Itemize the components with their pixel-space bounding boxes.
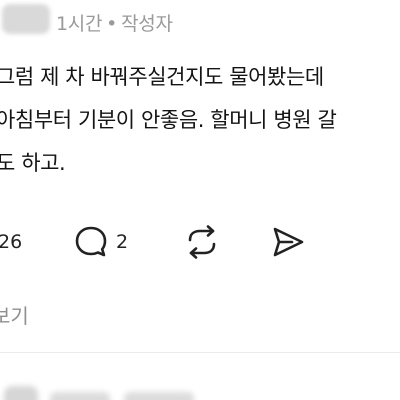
blurred-username xyxy=(50,392,110,400)
comment-line-3: 도 하고. xyxy=(0,151,66,175)
send-icon xyxy=(273,227,304,257)
comment-header: 1시간 • 작성자 xyxy=(0,0,400,42)
repost-button[interactable] xyxy=(182,222,222,262)
comment-divider xyxy=(0,352,400,353)
next-comment-header xyxy=(0,376,400,400)
author-badge: 작성자 xyxy=(121,13,173,35)
comment-line-2: 아침부터 기분이 안좋음. 할머니 병원 갈 xyxy=(0,108,337,132)
comment-button[interactable]: 2 xyxy=(72,222,128,262)
blurred-username xyxy=(2,4,50,34)
comment-time: 1시간 xyxy=(56,13,103,35)
blurred-meta xyxy=(124,392,194,400)
blurred-avatar xyxy=(4,386,38,400)
comment-line-1: 그럼 제 차 바꿔주실건지도 물어봤는데 xyxy=(0,65,324,89)
speech-bubble-icon xyxy=(75,226,107,257)
comment-count: 2 xyxy=(116,231,129,253)
thread-comment-view: 1시간 • 작성자 그럼 제 차 바꿔주실건지도 물어봤는데 아침부터 기분이 안좋… xyxy=(0,0,400,400)
share-button[interactable] xyxy=(268,222,308,262)
action-bar: 26 2 xyxy=(0,222,400,262)
meta-separator: • xyxy=(106,13,118,35)
repost-icon xyxy=(188,225,216,259)
comment-meta: 1시간 • 작성자 xyxy=(56,9,173,36)
like-count: 26 xyxy=(0,231,23,253)
comment-text: 그럼 제 차 바꿔주실건지도 물어봤는데 아침부터 기분이 안좋음. 할머니 병… xyxy=(0,56,400,185)
like-button[interactable]: 26 xyxy=(0,222,22,262)
view-more-link[interactable]: 보기 xyxy=(0,300,29,329)
